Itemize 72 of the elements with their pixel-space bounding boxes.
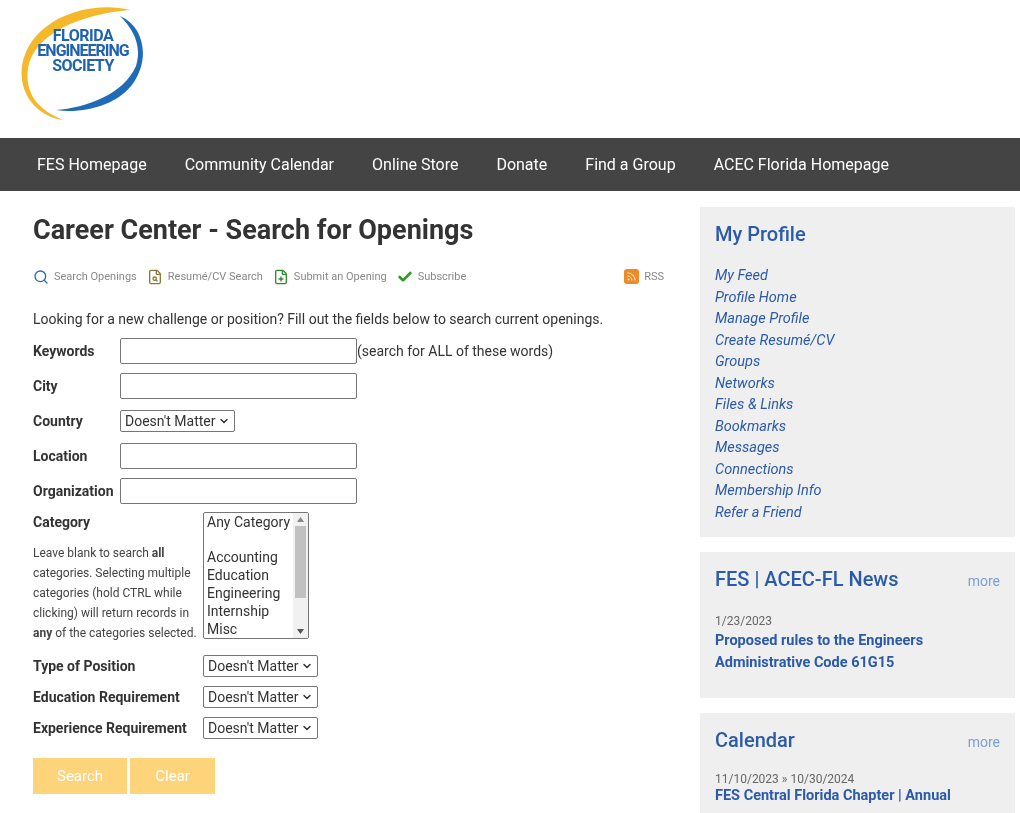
card-title: My Profile <box>715 221 807 248</box>
profile-link[interactable]: Membership Info <box>715 480 1000 502</box>
scroll-down-icon <box>297 629 304 634</box>
profile-link[interactable]: Refer a Friend <box>715 501 1000 523</box>
card-title: FES | ACEC-FL News <box>715 566 899 593</box>
toolbar-link[interactable]: Resumé/CV Search <box>146 268 263 285</box>
input-field[interactable] <box>120 338 357 364</box>
field-label: Country <box>33 411 84 431</box>
page-title: Career Center - Search for Openings <box>33 213 475 248</box>
dropdown[interactable]: Doesn't Matter <box>203 655 318 677</box>
nav-link[interactable]: Community Calendar <box>165 152 354 177</box>
logo-text: FLORIDA <box>52 28 114 44</box>
toolbar-link[interactable]: Subscribe <box>396 268 467 285</box>
list-option[interactable]: Any Category <box>207 514 291 530</box>
event-link[interactable]: FES Central Florida Chapter | Annual <box>715 787 1000 805</box>
scroll-up-icon <box>297 517 304 522</box>
category-list[interactable]: Any Category Accounting Education Engineering Internship Misc <box>203 512 309 639</box>
field-label: Type of Position <box>33 656 137 676</box>
toolbar-link[interactable]: Search Openings <box>33 268 137 285</box>
field-label: Keywords <box>33 341 96 361</box>
field-note: (search for ALL of these words) <box>357 341 554 361</box>
profile-link[interactable]: Messages <box>715 437 1000 459</box>
date-separator: » <box>781 771 788 787</box>
field-label: Education Requirement <box>33 687 181 707</box>
scrollbar[interactable] <box>293 513 308 638</box>
list-option[interactable]: Internship <box>207 603 270 619</box>
profile-link[interactable]: Create Resumé/CV <box>715 329 1000 351</box>
field-label: Category <box>33 513 92 532</box>
nav-link[interactable]: Donate <box>477 152 567 177</box>
document-plus-icon <box>272 268 289 285</box>
logo-text: SOCIETY <box>52 58 114 74</box>
nav-link[interactable]: ACEC Florida Homepage <box>694 152 908 177</box>
document-search-icon <box>146 268 163 285</box>
list-option[interactable]: Engineering <box>207 585 281 601</box>
dropdown[interactable]: Doesn't Matter <box>203 717 318 739</box>
news-link[interactable]: Proposed rules to the Engineers Administrative Code 61G15 <box>715 630 1000 674</box>
profile-link[interactable]: Bookmarks <box>715 415 1000 437</box>
field-label: City <box>33 376 59 396</box>
profile-link[interactable]: Profile Home <box>715 286 1000 308</box>
input-field[interactable] <box>120 373 357 399</box>
dropdown[interactable]: Doesn't Matter <box>120 410 235 432</box>
field-label: Location <box>33 446 89 466</box>
rss-link[interactable]: RSS <box>624 268 664 285</box>
rss-icon <box>624 269 640 285</box>
logo[interactable]: FLORIDA ENGINEERING SOCIETY <box>20 6 146 122</box>
nav-link[interactable]: Find a Group <box>566 152 695 177</box>
list-option[interactable]: Misc <box>207 621 238 637</box>
field-label: Experience Requirement <box>33 718 188 738</box>
profile-link[interactable]: Networks <box>715 372 1000 394</box>
magnifier-icon <box>33 268 49 285</box>
toolbar-link[interactable]: Submit an Opening <box>272 268 387 285</box>
profile-link[interactable]: Connections <box>715 458 1000 480</box>
card-title: Calendar <box>715 727 795 754</box>
news-date: 1/23/2023 <box>715 613 774 630</box>
nav-link[interactable]: FES Homepage <box>18 152 166 177</box>
dropdown[interactable]: Doesn't Matter <box>203 686 318 708</box>
profile-link[interactable]: Manage Profile <box>715 308 1000 330</box>
profile-link[interactable]: Groups <box>715 351 1000 373</box>
field-label: Organization <box>33 481 115 501</box>
input-field[interactable] <box>120 443 357 469</box>
profile-link[interactable]: Files & Links <box>715 394 1000 416</box>
list-option[interactable]: Accounting <box>207 549 278 565</box>
list-option[interactable]: Education <box>207 567 270 583</box>
intro-text: Looking for a new challenge or position? Fill out the fields below to search current openings. <box>33 310 605 329</box>
logo-text: ENGINEERING <box>37 43 129 59</box>
profile-link[interactable]: My Feed <box>715 265 1000 287</box>
event-date: 11/10/2023 <box>715 771 779 787</box>
event-date: 10/30/2024 <box>790 771 855 787</box>
input-field[interactable] <box>120 478 357 504</box>
help-text: Leave blank to search all categories. Selecting multiple categories (hold CTRL while clicking) will return records in any of the categories selected. <box>33 545 198 642</box>
swoosh-icon <box>20 6 146 122</box>
nav-link[interactable]: Online Store <box>353 152 478 177</box>
